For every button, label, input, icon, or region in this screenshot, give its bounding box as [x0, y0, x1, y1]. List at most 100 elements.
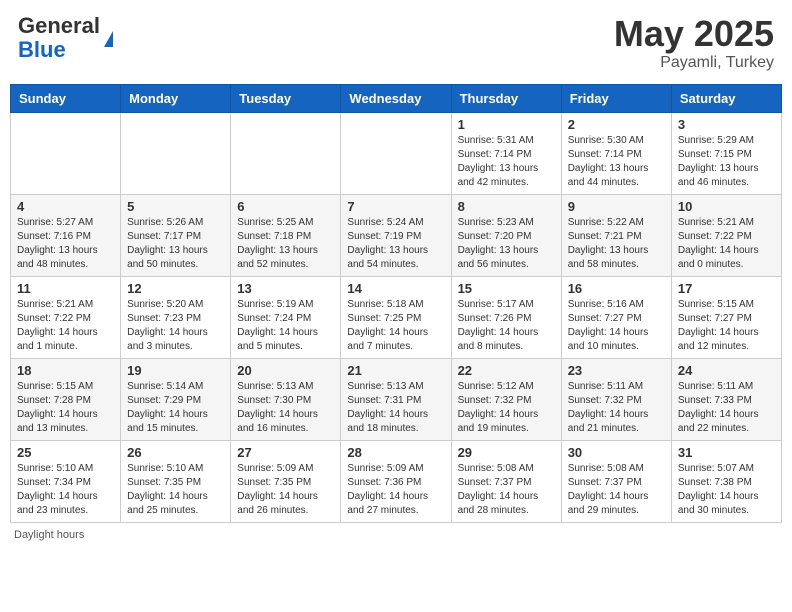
- day-info: Sunrise: 5:17 AM Sunset: 7:26 PM Dayligh…: [458, 298, 555, 354]
- day-info: Sunrise: 5:19 AM Sunset: 7:24 PM Dayligh…: [237, 298, 334, 354]
- day-info: Sunrise: 5:13 AM Sunset: 7:30 PM Dayligh…: [237, 380, 334, 436]
- calendar-cell: 21Sunrise: 5:13 AM Sunset: 7:31 PM Dayli…: [341, 358, 451, 440]
- day-info: Sunrise: 5:29 AM Sunset: 7:15 PM Dayligh…: [678, 134, 775, 190]
- daylight-label: Daylight hours: [14, 529, 84, 541]
- day-number: 31: [678, 445, 775, 460]
- day-info: Sunrise: 5:24 AM Sunset: 7:19 PM Dayligh…: [347, 216, 444, 272]
- calendar-cell: [231, 112, 341, 194]
- day-info: Sunrise: 5:08 AM Sunset: 7:37 PM Dayligh…: [458, 462, 555, 518]
- day-info: Sunrise: 5:26 AM Sunset: 7:17 PM Dayligh…: [127, 216, 224, 272]
- calendar-cell: 11 Sunrise: 5:21 AM Sunset: 7:22 PM Dayli…: [11, 276, 121, 358]
- day-of-week-wednesday: Wednesday: [341, 84, 451, 112]
- day-info: Sunrise: 5:20 AM Sunset: 7:23 PM Dayligh…: [127, 298, 224, 354]
- calendar-table: SundayMondayTuesdayWednesdayThursdayFrid…: [10, 84, 782, 523]
- calendar-cell: 29 Sunrise: 5:08 AM Sunset: 7:37 PM Dayli…: [451, 440, 561, 522]
- day-info: Sunrise: 5:14 AM Sunset: 7:29 PM Dayligh…: [127, 380, 224, 436]
- day-number: 8: [458, 199, 555, 214]
- calendar-cell: 5 Sunrise: 5:26 AM Sunset: 7:17 PM Daylig…: [121, 194, 231, 276]
- calendar-cell: 17 Sunrise: 5:15 AM Sunset: 7:27 PM Dayli…: [671, 276, 781, 358]
- day-of-week-monday: Monday: [121, 84, 231, 112]
- day-number: 25: [17, 445, 114, 460]
- calendar-cell: 7 Sunrise: 5:24 AM Sunset: 7:19 PM Daylig…: [341, 194, 451, 276]
- calendar-week-row: 11 Sunrise: 5:21 AM Sunset: 7:22 PM Dayli…: [11, 276, 782, 358]
- day-number: 18: [17, 363, 114, 378]
- logo-triangle-icon: [104, 31, 113, 47]
- calendar-week-row: 18Sunrise: 5:15 AM Sunset: 7:28 PM Dayli…: [11, 358, 782, 440]
- day-number: 3: [678, 117, 775, 132]
- day-number: 17: [678, 281, 775, 296]
- day-number: 7: [347, 199, 444, 214]
- calendar-cell: 2 Sunrise: 5:30 AM Sunset: 7:14 PM Daylig…: [561, 112, 671, 194]
- calendar-cell: [121, 112, 231, 194]
- day-of-week-saturday: Saturday: [671, 84, 781, 112]
- calendar-cell: 27 Sunrise: 5:09 AM Sunset: 7:35 PM Dayli…: [231, 440, 341, 522]
- calendar-cell: 8 Sunrise: 5:23 AM Sunset: 7:20 PM Daylig…: [451, 194, 561, 276]
- day-info: Sunrise: 5:16 AM Sunset: 7:27 PM Dayligh…: [568, 298, 665, 354]
- day-info: Sunrise: 5:21 AM Sunset: 7:22 PM Dayligh…: [678, 216, 775, 272]
- day-number: 23: [568, 363, 665, 378]
- day-number: 13: [237, 281, 334, 296]
- day-info: Sunrise: 5:11 AM Sunset: 7:33 PM Dayligh…: [678, 380, 775, 436]
- day-number: 26: [127, 445, 224, 460]
- day-number: 14: [347, 281, 444, 296]
- day-number: 28: [347, 445, 444, 460]
- calendar-header-row: SundayMondayTuesdayWednesdayThursdayFrid…: [11, 84, 782, 112]
- footer: Daylight hours: [10, 529, 782, 541]
- calendar-cell: 20 Sunrise: 5:13 AM Sunset: 7:30 PM Dayli…: [231, 358, 341, 440]
- logo: General Blue: [18, 14, 113, 62]
- calendar-cell: 22 Sunrise: 5:12 AM Sunset: 7:32 PM Dayli…: [451, 358, 561, 440]
- day-number: 1: [458, 117, 555, 132]
- day-info: Sunrise: 5:15 AM Sunset: 7:27 PM Dayligh…: [678, 298, 775, 354]
- day-info: Sunrise: 5:11 AM Sunset: 7:32 PM Dayligh…: [568, 380, 665, 436]
- day-info: Sunrise: 5:31 AM Sunset: 7:14 PM Dayligh…: [458, 134, 555, 190]
- day-number: 30: [568, 445, 665, 460]
- logo-blue-text: Blue: [18, 37, 66, 62]
- calendar-cell: [341, 112, 451, 194]
- calendar-cell: 24 Sunrise: 5:11 AM Sunset: 7:33 PM Dayli…: [671, 358, 781, 440]
- day-of-week-friday: Friday: [561, 84, 671, 112]
- day-info: Sunrise: 5:09 AM Sunset: 7:35 PM Dayligh…: [237, 462, 334, 518]
- calendar-cell: 6 Sunrise: 5:25 AM Sunset: 7:18 PM Daylig…: [231, 194, 341, 276]
- day-info: Sunrise: 5:13 AM Sunset: 7:31 PM Dayligh…: [347, 380, 444, 436]
- calendar-cell: 12 Sunrise: 5:20 AM Sunset: 7:23 PM Dayli…: [121, 276, 231, 358]
- day-info: Sunrise: 5:12 AM Sunset: 7:32 PM Dayligh…: [458, 380, 555, 436]
- day-info: Sunrise: 5:10 AM Sunset: 7:35 PM Dayligh…: [127, 462, 224, 518]
- day-info: Sunrise: 5:23 AM Sunset: 7:20 PM Dayligh…: [458, 216, 555, 272]
- day-number: 16: [568, 281, 665, 296]
- day-info: Sunrise: 5:27 AM Sunset: 7:16 PM Dayligh…: [17, 216, 114, 272]
- day-info: Sunrise: 5:21 AM Sunset: 7:22 PM Dayligh…: [17, 298, 114, 354]
- day-number: 27: [237, 445, 334, 460]
- calendar-cell: 28Sunrise: 5:09 AM Sunset: 7:36 PM Dayli…: [341, 440, 451, 522]
- calendar-cell: 13 Sunrise: 5:19 AM Sunset: 7:24 PM Dayli…: [231, 276, 341, 358]
- day-info: Sunrise: 5:22 AM Sunset: 7:21 PM Dayligh…: [568, 216, 665, 272]
- calendar-cell: 4Sunrise: 5:27 AM Sunset: 7:16 PM Daylig…: [11, 194, 121, 276]
- calendar-week-row: 4Sunrise: 5:27 AM Sunset: 7:16 PM Daylig…: [11, 194, 782, 276]
- page-header: General Blue May 2025 Payamli, Turkey: [10, 10, 782, 76]
- day-of-week-thursday: Thursday: [451, 84, 561, 112]
- day-info: Sunrise: 5:18 AM Sunset: 7:25 PM Dayligh…: [347, 298, 444, 354]
- day-number: 24: [678, 363, 775, 378]
- day-info: Sunrise: 5:07 AM Sunset: 7:38 PM Dayligh…: [678, 462, 775, 518]
- day-number: 5: [127, 199, 224, 214]
- day-number: 9: [568, 199, 665, 214]
- calendar-cell: 14 Sunrise: 5:18 AM Sunset: 7:25 PM Dayli…: [341, 276, 451, 358]
- day-number: 12: [127, 281, 224, 296]
- day-number: 22: [458, 363, 555, 378]
- day-info: Sunrise: 5:25 AM Sunset: 7:18 PM Dayligh…: [237, 216, 334, 272]
- day-of-week-tuesday: Tuesday: [231, 84, 341, 112]
- calendar-cell: 18Sunrise: 5:15 AM Sunset: 7:28 PM Dayli…: [11, 358, 121, 440]
- day-number: 29: [458, 445, 555, 460]
- day-info: Sunrise: 5:10 AM Sunset: 7:34 PM Dayligh…: [17, 462, 114, 518]
- day-number: 15: [458, 281, 555, 296]
- calendar-location: Payamli, Turkey: [614, 54, 774, 72]
- calendar-cell: 30Sunrise: 5:08 AM Sunset: 7:37 PM Dayli…: [561, 440, 671, 522]
- day-info: Sunrise: 5:30 AM Sunset: 7:14 PM Dayligh…: [568, 134, 665, 190]
- day-number: 2: [568, 117, 665, 132]
- day-number: 20: [237, 363, 334, 378]
- calendar-cell: 1 Sunrise: 5:31 AM Sunset: 7:14 PM Daylig…: [451, 112, 561, 194]
- title-block: May 2025 Payamli, Turkey: [614, 14, 774, 72]
- day-number: 6: [237, 199, 334, 214]
- calendar-title: May 2025: [614, 14, 774, 54]
- calendar-cell: 16 Sunrise: 5:16 AM Sunset: 7:27 PM Dayli…: [561, 276, 671, 358]
- day-number: 11: [17, 281, 114, 296]
